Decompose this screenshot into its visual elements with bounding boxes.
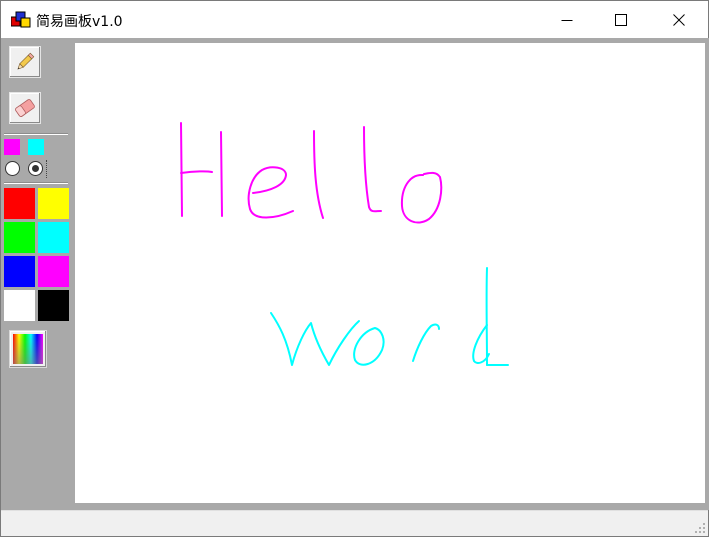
handwriting-word — [270, 267, 509, 366]
minimize-icon — [561, 19, 572, 21]
custom-color-button[interactable] — [9, 330, 47, 368]
pencil-tool-button[interactable] — [9, 46, 41, 78]
eraser-tool-button[interactable] — [9, 92, 41, 124]
resize-grip-icon[interactable] — [694, 522, 706, 534]
close-icon — [672, 13, 685, 26]
window-title: 简易画板v1.0 — [36, 14, 123, 30]
maximize-button[interactable] — [595, 1, 646, 38]
brush-radio-2[interactable] — [28, 161, 43, 176]
eraser-icon — [15, 99, 35, 117]
toolbox-panel — [1, 38, 73, 510]
close-button[interactable] — [653, 1, 704, 38]
palette-swatch-green[interactable] — [4, 222, 35, 253]
color-spectrum-icon — [13, 334, 43, 364]
brush-radio-1[interactable] — [5, 161, 20, 176]
maximize-icon — [614, 13, 627, 26]
minimize-button[interactable] — [541, 1, 592, 38]
palette-swatch-blue[interactable] — [4, 256, 35, 287]
current-foreground-color[interactable] — [4, 139, 20, 155]
toolbox-divider — [4, 182, 68, 184]
palette-swatch-yellow[interactable] — [38, 188, 69, 219]
pencil-icon — [17, 52, 35, 70]
toolbox-divider — [4, 133, 68, 135]
current-background-color[interactable] — [28, 139, 44, 155]
palette-swatch-white[interactable] — [4, 290, 35, 321]
canvas-drawing — [180, 122, 509, 366]
palette-swatch-black[interactable] — [38, 290, 69, 321]
title-bar[interactable]: 简易画板v1.0 — [1, 1, 708, 38]
status-bar — [1, 510, 708, 536]
handwriting-hello — [180, 122, 443, 224]
canvas-frame — [73, 38, 709, 510]
drawing-canvas[interactable] — [75, 43, 705, 503]
app-icon — [11, 11, 31, 28]
palette-swatch-red[interactable] — [4, 188, 35, 219]
palette-swatch-magenta[interactable] — [38, 256, 69, 287]
palette-swatch-cyan[interactable] — [38, 222, 69, 253]
app-window: 简易画板v1.0 — [0, 0, 709, 537]
focus-indicator — [46, 160, 47, 178]
